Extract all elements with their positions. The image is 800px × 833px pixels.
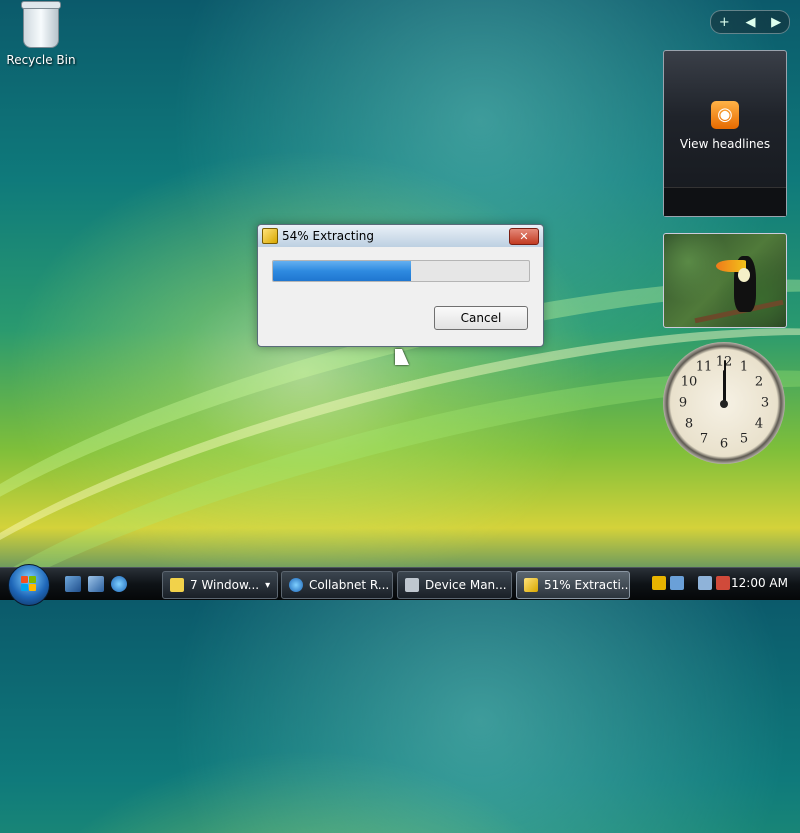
cancel-button[interactable]: Cancel	[434, 306, 528, 330]
task-label: Device Man...	[425, 578, 507, 592]
network-icon[interactable]	[670, 576, 684, 590]
mouse-pointer-icon	[395, 349, 409, 365]
sidebar-controls: + ◀ ▶	[710, 10, 790, 34]
folder-icon	[170, 578, 184, 592]
clock-number: 5	[739, 431, 749, 447]
clock-center-pin	[720, 400, 728, 408]
task-label: Collabnet R...	[309, 578, 390, 592]
feed-gadget-footer	[664, 187, 786, 216]
dialog-title: 54% Extracting	[282, 229, 375, 243]
progress-fill	[273, 261, 412, 281]
taskbar-button-device-manager[interactable]: Device Man...	[397, 571, 512, 599]
rss-icon: ◉	[711, 101, 739, 129]
clock-number: 8	[684, 416, 694, 432]
clock-number: 11	[695, 359, 713, 375]
previous-gadget-button[interactable]: ◀	[745, 15, 755, 30]
task-label: 7 Window...	[190, 578, 260, 592]
device-manager-icon	[405, 578, 419, 592]
clock-number: 9	[678, 395, 688, 411]
view-headlines-text[interactable]: View headlines	[664, 137, 786, 151]
clock-number: 4	[754, 416, 764, 432]
clock-number: 2	[754, 374, 764, 390]
extraction-progress-bar	[272, 260, 530, 282]
system-clock[interactable]: 12:00 AM	[731, 576, 788, 590]
recycle-bin-label: Recycle Bin	[6, 53, 76, 67]
archive-app-icon	[524, 578, 538, 592]
taskbar-button-windows-group[interactable]: 7 Window... ▾	[162, 571, 278, 599]
clock-number: 7	[699, 431, 709, 447]
switch-windows-icon[interactable]	[88, 576, 104, 592]
next-gadget-button[interactable]: ▶	[771, 15, 781, 30]
task-label: 51% Extracti...	[544, 578, 630, 592]
taskbar: 7 Window... ▾ Collabnet R... Device Man.…	[0, 564, 800, 606]
chevron-down-icon: ▾	[265, 579, 271, 591]
add-gadget-button[interactable]: +	[719, 15, 730, 30]
internet-explorer-icon	[289, 578, 303, 592]
show-desktop-icon[interactable]	[65, 576, 81, 592]
slideshow-gadget[interactable]	[663, 233, 787, 328]
feed-headlines-gadget[interactable]: ◉ View headlines	[663, 50, 787, 217]
volume-muted-icon[interactable]	[716, 576, 730, 590]
clock-gadget[interactable]: 12 1 2 3 4 5 6 7 8 9 10 11	[663, 342, 785, 464]
archive-app-icon	[262, 228, 278, 244]
recycle-bin-icon	[21, 1, 61, 48]
clock-hour-hand	[723, 370, 726, 404]
toucan-chest	[738, 268, 750, 282]
clock-number: 10	[680, 374, 698, 390]
recycle-bin-shortcut[interactable]: Recycle Bin	[6, 1, 76, 67]
clock-number: 1	[739, 359, 749, 375]
security-shield-icon[interactable]	[652, 576, 666, 590]
internet-explorer-icon[interactable]	[111, 576, 127, 592]
clock-number: 6	[719, 436, 729, 452]
network-status-icon[interactable]	[698, 576, 712, 590]
close-button[interactable]: ✕	[509, 228, 539, 245]
extracting-dialog: 54% Extracting ✕ Cancel	[257, 224, 544, 347]
clock-number: 3	[760, 395, 770, 411]
taskbar-button-extracting[interactable]: 51% Extracti...	[516, 571, 630, 599]
dialog-titlebar[interactable]: 54% Extracting ✕	[258, 225, 543, 247]
windows-logo-icon	[21, 576, 37, 592]
taskbar-button-collabnet[interactable]: Collabnet R...	[281, 571, 393, 599]
